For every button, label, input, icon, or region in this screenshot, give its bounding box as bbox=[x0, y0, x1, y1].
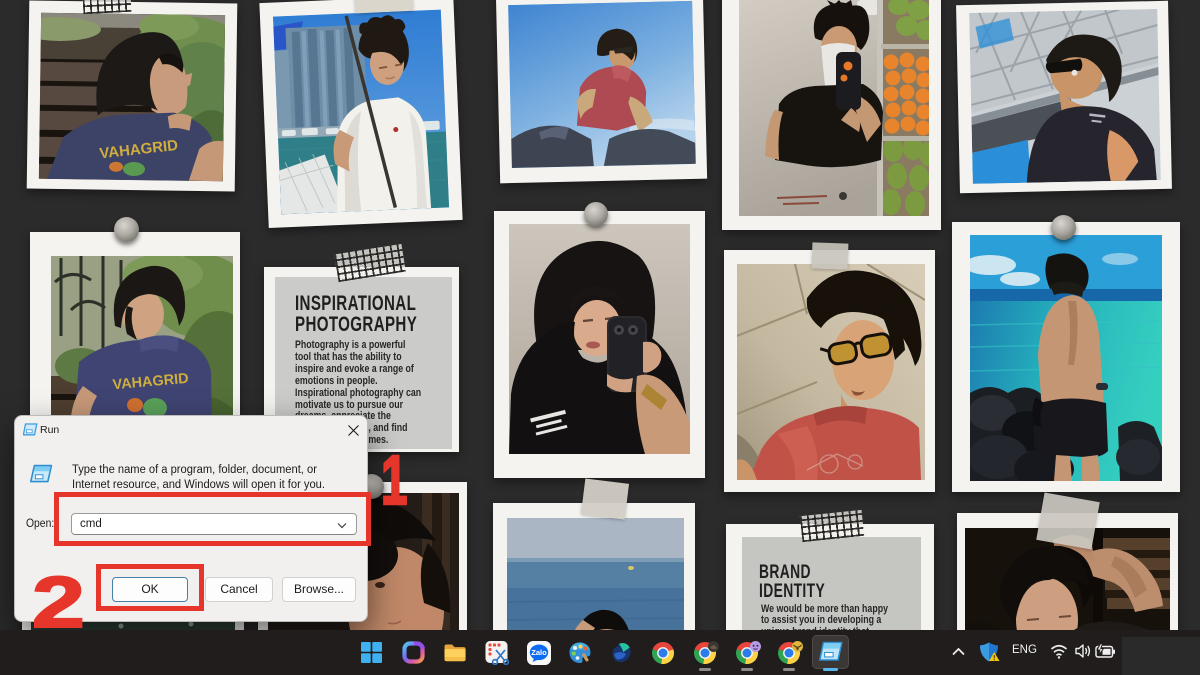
svg-text:Zalo: Zalo bbox=[531, 648, 547, 657]
